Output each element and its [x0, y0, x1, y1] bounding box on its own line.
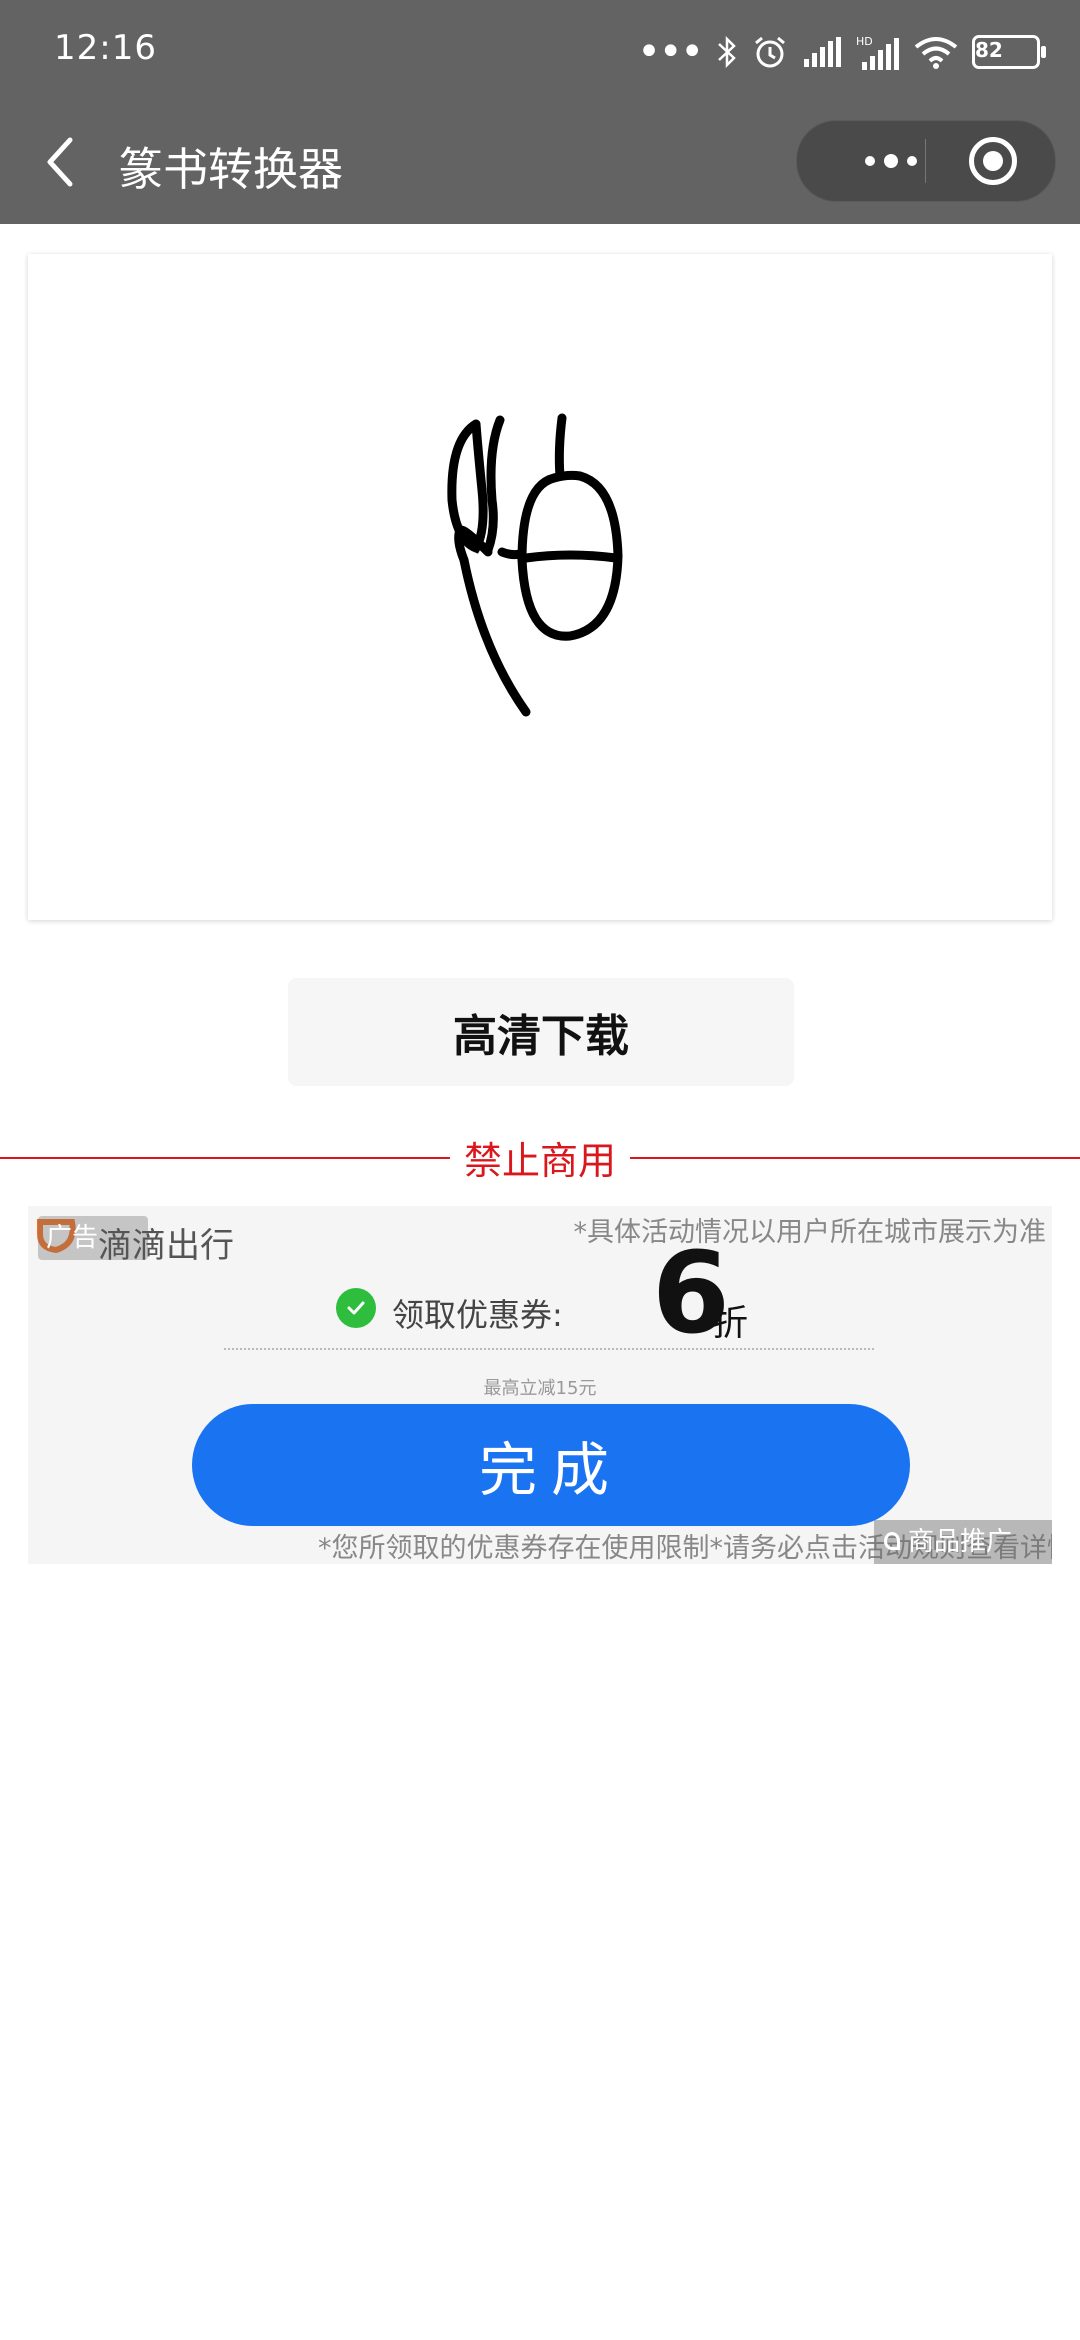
promo-tag-icon [884, 1532, 900, 1550]
ad-note-top: *具体活动情况以用户所在城市展示为准 [573, 1217, 1047, 1248]
max-discount-text: 最高立减15元 [483, 1378, 597, 1399]
signal-icon [804, 37, 841, 67]
battery-icon: 82 [972, 35, 1046, 69]
promo-badge-label: 商品推广 [908, 1527, 1013, 1557]
battery-level: 82 [975, 38, 1003, 62]
seal-script-glyph-image [447, 413, 623, 717]
status-icons: ••• HD 82 [637, 30, 1046, 74]
page-title: 篆书转换器 [118, 143, 344, 196]
hd-signal-icon: HD [856, 35, 899, 70]
no-commercial-use-warning: 禁止商用 [450, 1130, 630, 1184]
check-icon [336, 1288, 376, 1328]
close-mini-program-icon[interactable] [969, 137, 1017, 185]
svg-text:HD: HD [856, 35, 873, 48]
wifi-icon [914, 37, 958, 69]
more-menu-button[interactable] [831, 121, 951, 201]
mini-program-capsule [796, 120, 1056, 202]
hd-download-button[interactable]: 高清下载 [288, 978, 794, 1086]
promo-badge: 商品推广 [874, 1520, 1052, 1564]
dotted-divider [224, 1348, 874, 1350]
alarm-icon [755, 36, 785, 68]
discount-unit: 折 [712, 1303, 749, 1344]
capsule-separator [925, 139, 926, 183]
ad-banner[interactable]: 广告 滴滴出行 *具体活动情况以用户所在城市展示为准 领取优惠券: 6 折 最高… [28, 1206, 1052, 1564]
bluetooth-icon [718, 35, 736, 69]
coupon-label: 领取优惠券: [392, 1296, 563, 1334]
status-time: 12:16 [54, 28, 157, 68]
back-arrow-icon[interactable] [40, 132, 80, 192]
ad-brand-name: 滴滴出行 [98, 1226, 234, 1266]
done-button[interactable]: 完成 [192, 1404, 910, 1526]
